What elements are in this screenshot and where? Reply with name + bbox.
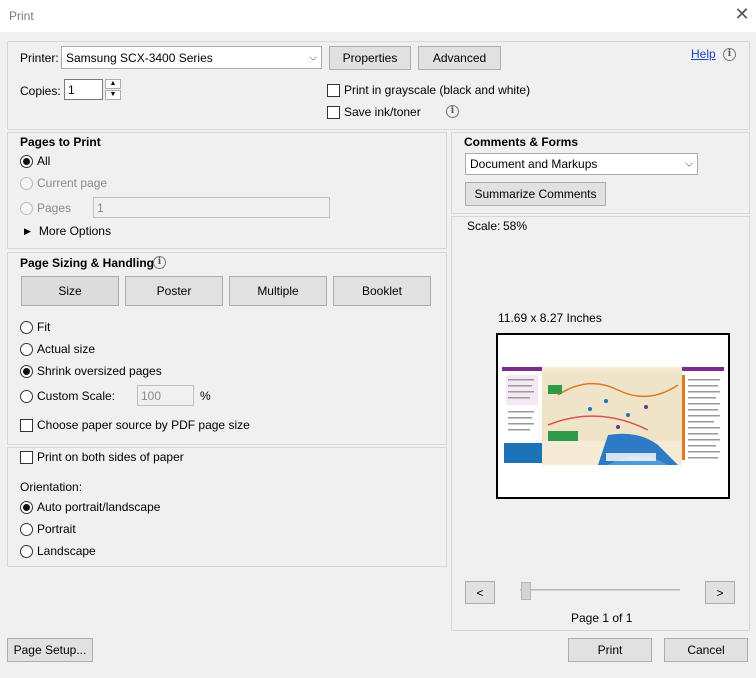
- paper-source-option[interactable]: Choose paper source by PDF page size: [20, 418, 250, 432]
- more-options-label: More Options: [38, 224, 111, 238]
- custom-scale-input[interactable]: 100: [137, 385, 194, 406]
- help-info-icon[interactable]: i: [723, 48, 736, 61]
- pages-all-option[interactable]: All: [20, 154, 50, 168]
- printer-select-value: Samsung SCX-3400 Series: [66, 50, 213, 65]
- landscape-option[interactable]: Landscape: [20, 544, 96, 558]
- save-ink-option[interactable]: Save ink/toner: [327, 105, 421, 119]
- portrait-option[interactable]: Portrait: [20, 522, 76, 536]
- pages-range-input[interactable]: 1: [93, 197, 330, 218]
- paper-source-label: Choose paper source by PDF page size: [37, 418, 250, 432]
- cancel-button[interactable]: Cancel: [664, 638, 748, 662]
- both-sides-label: Print on both sides of paper: [37, 450, 184, 464]
- custom-scale-option[interactable]: Custom Scale:: [20, 389, 115, 403]
- print-button[interactable]: Print: [568, 638, 652, 662]
- comments-forms-value: Document and Markups: [470, 157, 598, 171]
- tab-booklet[interactable]: Booklet: [333, 276, 431, 306]
- pages-current-radio[interactable]: [20, 176, 33, 190]
- page-sizing-header: Page Sizing & Handling: [20, 256, 155, 270]
- auto-orientation-radio[interactable]: [20, 500, 33, 514]
- save-ink-checkbox[interactable]: [327, 105, 340, 119]
- pages-range-label: Pages: [37, 201, 72, 215]
- window-title: Print: [9, 9, 34, 23]
- both-sides-option[interactable]: Print on both sides of paper: [20, 450, 184, 464]
- close-icon[interactable]: ✕: [732, 4, 752, 24]
- comments-forms-header: Comments & Forms: [464, 135, 579, 149]
- summarize-comments-button[interactable]: Summarize Comments: [465, 182, 606, 206]
- more-options-toggle[interactable]: ▶ More Options: [24, 224, 111, 238]
- portrait-radio[interactable]: [20, 522, 33, 536]
- copies-stepper[interactable]: ▲ ▼: [105, 79, 121, 100]
- custom-scale-label: Custom Scale:: [37, 389, 116, 403]
- shrink-label: Shrink oversized pages: [37, 364, 162, 378]
- landscape-radio[interactable]: [20, 544, 33, 558]
- printer-select[interactable]: Samsung SCX-3400 Series ⌵: [61, 46, 322, 69]
- help-link[interactable]: Help: [691, 47, 716, 61]
- page-slider-track[interactable]: [520, 589, 680, 591]
- grayscale-option[interactable]: Print in grayscale (black and white): [327, 83, 530, 97]
- pages-range-radio[interactable]: [20, 201, 33, 215]
- copies-label: Copies:: [20, 84, 61, 98]
- page-setup-button[interactable]: Page Setup...: [7, 638, 93, 662]
- page-indicator: Page 1 of 1: [571, 611, 633, 625]
- stepper-down-icon[interactable]: ▼: [105, 90, 121, 100]
- tab-multiple[interactable]: Multiple: [229, 276, 327, 306]
- orientation-header: Orientation:: [20, 480, 83, 494]
- shrink-option[interactable]: Shrink oversized pages: [20, 364, 162, 378]
- page-slider-thumb[interactable]: [521, 582, 531, 600]
- prev-page-button[interactable]: <: [465, 581, 495, 604]
- chevron-down-icon: ⌵: [309, 52, 317, 63]
- save-ink-info-icon[interactable]: i: [446, 105, 459, 118]
- tab-size[interactable]: Size: [21, 276, 119, 306]
- auto-orientation-label: Auto portrait/landscape: [37, 500, 161, 514]
- fit-label: Fit: [37, 320, 51, 334]
- scale-value: 58%: [503, 219, 528, 233]
- grayscale-label: Print in grayscale (black and white): [344, 83, 531, 97]
- fit-radio[interactable]: [20, 320, 33, 334]
- next-page-button[interactable]: >: [705, 581, 735, 604]
- landscape-label: Landscape: [37, 544, 96, 558]
- expand-triangle-icon: ▶: [24, 225, 31, 236]
- title-bar: [0, 0, 756, 32]
- pages-all-radio[interactable]: [20, 154, 33, 168]
- actual-size-label: Actual size: [37, 342, 96, 356]
- copies-input[interactable]: 1: [64, 79, 103, 100]
- pages-current-option[interactable]: Current page: [20, 176, 107, 190]
- pages-all-label: All: [37, 154, 51, 168]
- pages-current-label: Current page: [37, 176, 108, 190]
- actual-size-radio[interactable]: [20, 342, 33, 356]
- grayscale-checkbox[interactable]: [327, 83, 340, 97]
- pages-range-option[interactable]: Pages: [20, 201, 71, 215]
- paper-source-checkbox[interactable]: [20, 418, 33, 432]
- auto-orientation-option[interactable]: Auto portrait/landscape: [20, 500, 160, 514]
- scale-label: Scale:: [467, 219, 501, 233]
- actual-size-option[interactable]: Actual size: [20, 342, 95, 356]
- fit-option[interactable]: Fit: [20, 320, 50, 334]
- portrait-label: Portrait: [37, 522, 76, 536]
- chevron-down-icon: ⌵: [685, 158, 693, 170]
- pages-to-print-header: Pages to Print: [20, 135, 101, 149]
- custom-scale-radio[interactable]: [20, 389, 33, 403]
- map-thumbnail: [498, 335, 728, 497]
- stepper-up-icon[interactable]: ▲: [105, 79, 121, 89]
- page-sizing-info-icon[interactable]: i: [153, 256, 166, 269]
- tab-poster[interactable]: Poster: [125, 276, 223, 306]
- comments-forms-select[interactable]: Document and Markups ⌵: [465, 153, 698, 175]
- save-ink-label: Save ink/toner: [344, 105, 421, 119]
- properties-button[interactable]: Properties: [329, 46, 411, 70]
- shrink-radio[interactable]: [20, 364, 33, 378]
- paper-size-label: 11.69 x 8.27 Inches: [498, 311, 602, 325]
- printer-label: Printer:: [20, 51, 59, 65]
- page-preview: [496, 333, 730, 499]
- advanced-button[interactable]: Advanced: [418, 46, 501, 70]
- custom-scale-unit: %: [200, 389, 211, 403]
- both-sides-checkbox[interactable]: [20, 450, 33, 464]
